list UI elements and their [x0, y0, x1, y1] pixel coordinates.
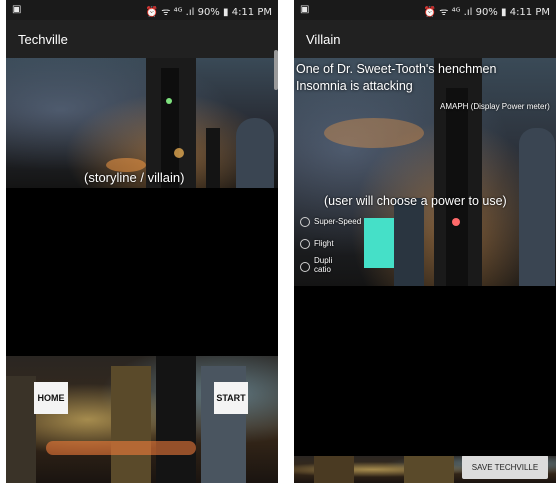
gallery-icon: ▣ — [300, 4, 310, 15]
villain-intro-line: One of Dr. Sweet-Tooth's henchmen — [296, 62, 497, 76]
app-bar: Techville — [6, 20, 278, 58]
villain-screen: ▣ ⏰ ᯤ ⁴ᴳ .ıl 90% ▮ 4:11 PM Villain One o… — [294, 0, 556, 483]
status-indicators: ⏰ ᯤ ⁴ᴳ .ıl 90% ▮ 4:11 PM — [424, 4, 550, 18]
clock: 4:11 PM — [231, 7, 272, 18]
save-techville-button[interactable]: SAVE TECHVILLE — [462, 456, 548, 479]
status-indicators: ⏰ ᯤ ⁴ᴳ .ıl 90% ▮ 4:11 PM — [146, 4, 272, 18]
city-banner-image: (storyline / villain) — [6, 58, 278, 188]
battery-level: 90% — [475, 7, 498, 18]
city-footer-image: HOME START — [6, 356, 278, 483]
start-button[interactable]: START — [214, 382, 248, 414]
storyline-placeholder: (storyline / villain) — [84, 170, 185, 185]
radio-button[interactable] — [300, 217, 310, 227]
status-icons: ⏰ ᯤ ⁴ᴳ .ıl — [423, 7, 473, 18]
villain-city-image: One of Dr. Sweet-Tooth's henchmen Insomn… — [294, 58, 556, 286]
screen-title: Villain — [306, 32, 341, 47]
power-option-label: Dupli catio — [314, 256, 333, 274]
villain-intro-line: Insomnia is attacking — [296, 79, 413, 93]
battery-icon: ▮ — [223, 7, 229, 18]
power-option[interactable]: Flight — [300, 238, 390, 250]
status-bar: ▣ ⏰ ᯤ ⁴ᴳ .ıl 90% ▮ 4:11 PM — [6, 0, 278, 20]
screen-title: Techville — [18, 32, 68, 47]
radio-button[interactable] — [300, 239, 310, 249]
techville-screen: ▣ ⏰ ᯤ ⁴ᴳ .ıl 90% ▮ 4:11 PM Techville (st… — [6, 0, 278, 483]
power-option-label: Flight — [314, 239, 334, 248]
power-option[interactable]: Super-Speed — [300, 216, 390, 228]
status-bar: ▣ ⏰ ᯤ ⁴ᴳ .ıl 90% ▮ 4:11 PM — [294, 0, 556, 20]
scrollbar[interactable] — [274, 50, 278, 90]
home-button[interactable]: HOME — [34, 382, 68, 414]
power-choice-prompt: (user will choose a power to use) — [324, 194, 507, 208]
power-option-label: Super-Speed — [314, 217, 362, 226]
power-meter-label: AMAPH (Display Power meter) — [440, 102, 550, 111]
villain-footer-image: SAVE TECHVILLE — [294, 456, 556, 483]
gallery-icon: ▣ — [12, 4, 22, 15]
status-icons: ⏰ ᯤ ⁴ᴳ .ıl — [145, 7, 195, 18]
battery-level: 90% — [197, 7, 220, 18]
radio-button[interactable] — [300, 262, 310, 272]
power-option[interactable]: Dupli catio — [300, 256, 390, 278]
battery-icon: ▮ — [501, 7, 507, 18]
app-bar: Villain — [294, 20, 556, 58]
clock: 4:11 PM — [509, 7, 550, 18]
